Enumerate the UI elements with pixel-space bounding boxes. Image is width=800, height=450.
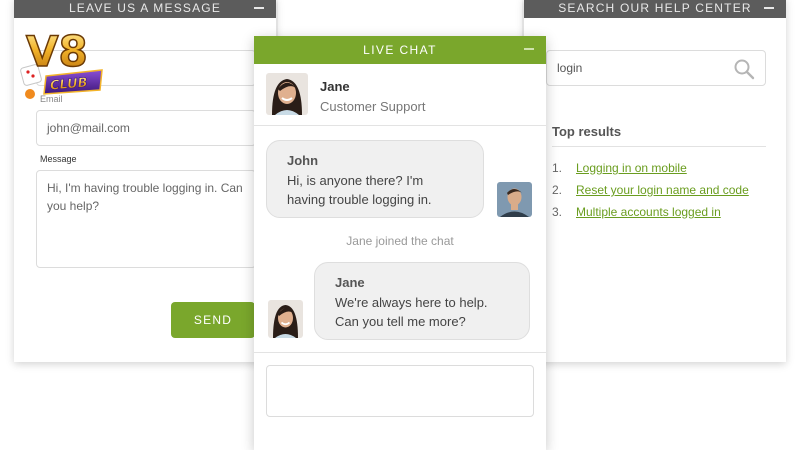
help-center-header[interactable]: SEARCH OUR HELP CENTER — [524, 0, 786, 18]
chat-message: John Hi, is anyone there? I'm having tro… — [266, 140, 484, 218]
live-chat-window: LIVE CHAT Jane Customer Support John Hi,… — [254, 36, 546, 450]
search-icon[interactable] — [733, 58, 755, 80]
live-chat-header[interactable]: LIVE CHAT — [254, 36, 546, 64]
result-item: 3. Multiple accounts logged in — [552, 205, 721, 219]
message-text: We're always here to help. Can you tell … — [335, 295, 488, 329]
help-center-panel: SEARCH OUR HELP CENTER login Top results… — [524, 0, 786, 362]
result-link[interactable]: Reset your login name and code — [576, 183, 749, 197]
live-chat-title: LIVE CHAT — [363, 43, 437, 57]
agent-role: Customer Support — [320, 99, 426, 114]
chat-input[interactable] — [266, 365, 534, 417]
agent-avatar — [268, 300, 303, 338]
message-field[interactable]: Hi, I'm having trouble logging in. Can y… — [36, 170, 256, 268]
send-button[interactable]: SEND — [171, 302, 255, 338]
logo-text: V8 — [26, 27, 88, 76]
result-link[interactable]: Logging in on mobile — [576, 161, 687, 175]
minimize-icon[interactable] — [764, 1, 774, 15]
result-number: 3. — [552, 205, 563, 219]
message-sender: Jane — [335, 275, 365, 290]
search-input[interactable]: login — [546, 50, 766, 86]
agent-info: Jane Customer Support — [254, 64, 546, 126]
system-message: Jane joined the chat — [346, 234, 454, 248]
help-center-title: SEARCH OUR HELP CENTER — [558, 1, 752, 15]
result-number: 1. — [552, 161, 563, 175]
v8-club-logo: V8 CLUB — [20, 14, 106, 102]
agent-name: Jane — [320, 79, 350, 94]
message-label: Message — [40, 154, 77, 164]
result-item: 2. Reset your login name and code — [552, 183, 749, 197]
page: LEAVE US A MESSAGE Email john@mail.com M… — [0, 0, 800, 450]
chat-message: Jane We're always here to help. Can you … — [314, 262, 530, 340]
search-value: login — [557, 61, 583, 75]
result-number: 2. — [552, 183, 563, 197]
top-results-heading: Top results — [552, 124, 622, 139]
minimize-icon[interactable] — [254, 1, 264, 15]
email-field[interactable]: john@mail.com — [36, 110, 256, 146]
result-link[interactable]: Multiple accounts logged in — [576, 205, 721, 219]
user-avatar — [497, 182, 532, 217]
divider — [254, 352, 546, 353]
message-sender: John — [287, 153, 319, 168]
minimize-icon[interactable] — [524, 42, 534, 56]
message-text: Hi, is anyone there? I'm having trouble … — [287, 173, 432, 207]
agent-avatar — [266, 73, 308, 115]
leave-message-title: LEAVE US A MESSAGE — [68, 1, 222, 15]
result-item: 1. Logging in on mobile — [552, 161, 687, 175]
divider — [552, 146, 766, 147]
